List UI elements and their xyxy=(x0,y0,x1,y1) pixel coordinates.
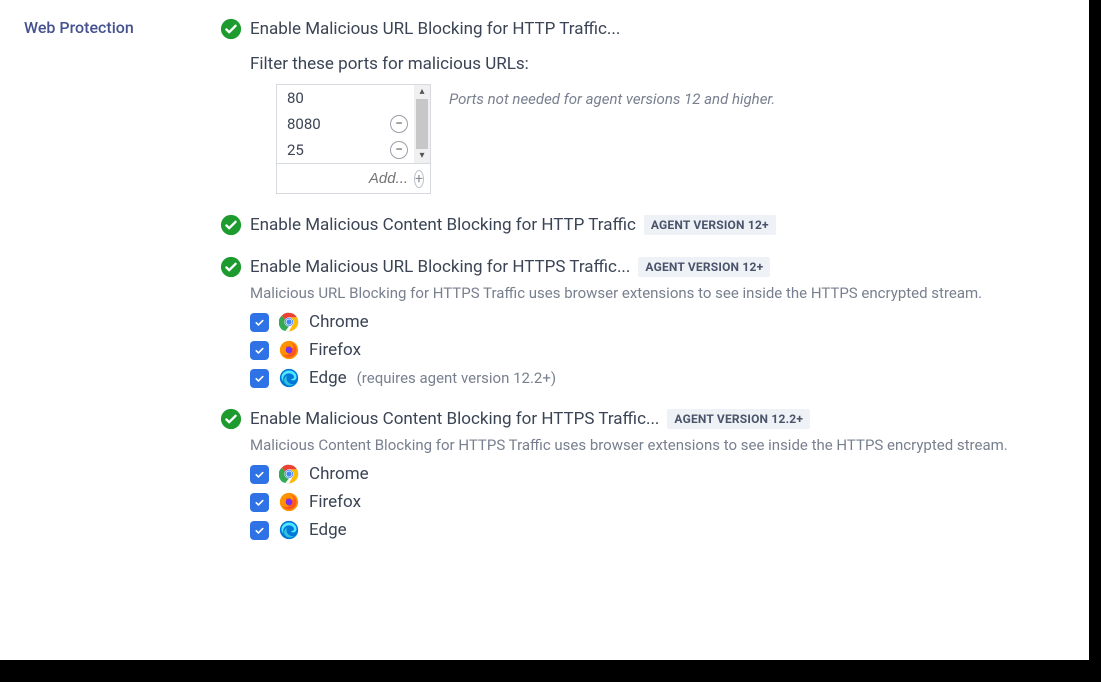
scroll-down-icon[interactable]: ▾ xyxy=(419,149,424,163)
enabled-check-icon xyxy=(220,256,242,278)
edge-icon xyxy=(279,520,299,540)
scroll-thumb[interactable] xyxy=(416,99,428,149)
browser-item: Firefox xyxy=(250,492,1101,512)
remove-port-button[interactable]: − xyxy=(390,115,408,133)
agent-version-badge: AGENT VERSION 12.2+ xyxy=(667,409,810,429)
browser-item: Edge (requires agent version 12.2+) xyxy=(250,368,1101,388)
add-port-button[interactable]: + xyxy=(414,170,424,188)
browser-checkbox[interactable] xyxy=(250,465,269,484)
agent-version-badge: AGENT VERSION 12+ xyxy=(644,215,776,235)
edge-icon xyxy=(279,368,299,388)
port-value: 25 xyxy=(287,141,304,159)
browser-label: Edge xyxy=(309,368,347,388)
browser-label: Edge xyxy=(309,520,347,540)
browser-checkbox[interactable] xyxy=(250,521,269,540)
browser-item: Edge xyxy=(250,520,1101,540)
chrome-icon xyxy=(279,312,299,332)
setting-https-content-blocking: Enable Malicious Content Blocking for HT… xyxy=(220,408,1101,540)
browser-checkbox[interactable] xyxy=(250,341,269,360)
setting-title: Enable Malicious Content Blocking for HT… xyxy=(250,409,659,429)
browser-item: Chrome xyxy=(250,464,1101,484)
agent-version-badge: AGENT VERSION 12+ xyxy=(638,257,770,277)
add-port-input[interactable] xyxy=(205,169,410,188)
firefox-icon xyxy=(279,492,299,512)
browser-label: Chrome xyxy=(309,312,369,332)
filter-ports-label: Filter these ports for malicious URLs: xyxy=(250,54,1101,74)
setting-description: Malicious URL Blocking for HTTPS Traffic… xyxy=(250,284,1101,302)
browser-label: Chrome xyxy=(309,464,369,484)
page-shadow xyxy=(1089,0,1101,682)
browser-label: Firefox xyxy=(309,492,361,512)
browser-item: Chrome xyxy=(250,312,1101,332)
ports-scrollbar[interactable]: ▴ ▾ xyxy=(414,85,430,163)
enabled-check-icon xyxy=(220,18,242,40)
browser-checkbox[interactable] xyxy=(250,493,269,512)
setting-http-url-blocking: Enable Malicious URL Blocking for HTTP T… xyxy=(220,18,1101,194)
port-value: 80 xyxy=(287,89,304,107)
setting-description: Malicious Content Blocking for HTTPS Tra… xyxy=(250,436,1101,454)
chrome-icon xyxy=(279,464,299,484)
page-shadow xyxy=(0,660,1101,682)
browser-checkbox[interactable] xyxy=(250,313,269,332)
setting-http-content-blocking: Enable Malicious Content Blocking for HT… xyxy=(220,214,1101,236)
ports-note: Ports not needed for agent versions 12 a… xyxy=(449,84,775,108)
browser-checkbox[interactable] xyxy=(250,369,269,388)
port-item[interactable]: 80 xyxy=(277,85,430,111)
enabled-check-icon xyxy=(220,214,242,236)
browser-label: Firefox xyxy=(309,340,361,360)
ports-list-box: 80 8080 − 25 − ▴ ▾ xyxy=(276,84,431,194)
port-item[interactable]: 25 − xyxy=(277,137,430,163)
setting-title: Enable Malicious Content Blocking for HT… xyxy=(250,215,636,235)
sidebar-section-label: Web Protection xyxy=(0,18,220,682)
port-item[interactable]: 8080 − xyxy=(277,111,430,137)
enabled-check-icon xyxy=(220,408,242,430)
browser-item: Firefox xyxy=(250,340,1101,360)
setting-https-url-blocking: Enable Malicious URL Blocking for HTTPS … xyxy=(220,256,1101,388)
setting-title: Enable Malicious URL Blocking for HTTP T… xyxy=(250,19,620,39)
remove-port-button[interactable]: − xyxy=(390,141,408,159)
firefox-icon xyxy=(279,340,299,360)
browser-note: (requires agent version 12.2+) xyxy=(357,369,556,387)
setting-title: Enable Malicious URL Blocking for HTTPS … xyxy=(250,257,630,277)
port-value: 8080 xyxy=(287,115,321,133)
scroll-up-icon[interactable]: ▴ xyxy=(419,85,424,99)
